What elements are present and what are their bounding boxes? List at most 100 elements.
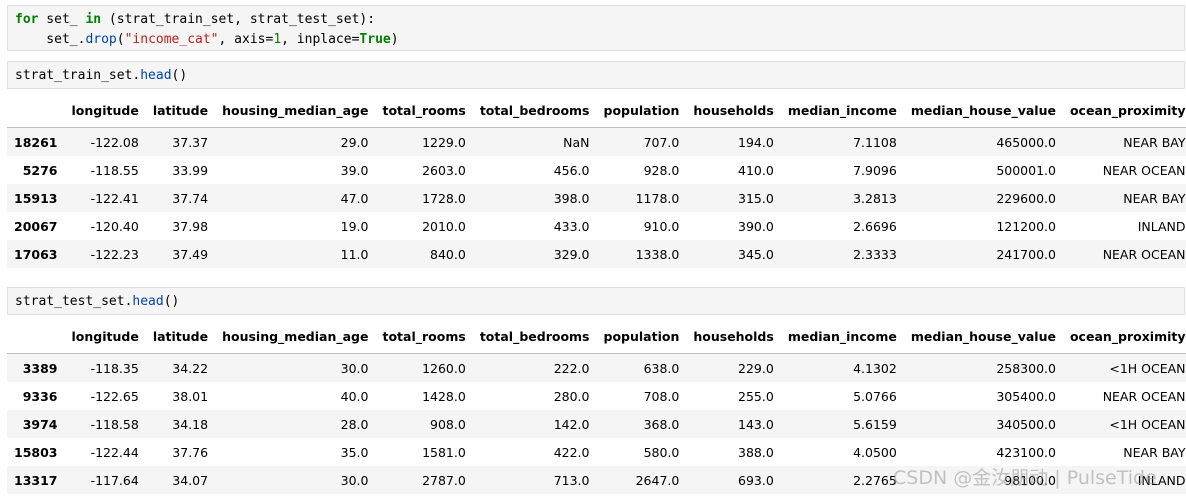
table-row: 15803 -122.44 37.76 35.0 1581.0 422.0 580.0 388… bbox=[7, 438, 1186, 466]
table-cell-housing-median-age: 28.0 bbox=[340, 416, 369, 432]
table-cell-total-rooms: 908.0 bbox=[430, 416, 466, 432]
table-cell-housing-median-age: 35.0 bbox=[340, 444, 369, 460]
table-cell-total-rooms: 2787.0 bbox=[422, 472, 466, 488]
row-index: 3389 bbox=[22, 360, 58, 376]
table-cell-latitude: 33.99 bbox=[172, 162, 209, 178]
table-cell-median-income: 4.1302 bbox=[853, 360, 897, 376]
table-cell-households: 143.0 bbox=[738, 416, 774, 432]
column-header-housing-median-age: housing_median_age bbox=[215, 93, 376, 128]
column-header-total-rooms: total_rooms bbox=[375, 319, 473, 354]
table-cell-median-income: 2.2765 bbox=[853, 472, 897, 488]
column-header-households: households bbox=[686, 319, 781, 354]
table-cell-median-income: 3.2813 bbox=[853, 190, 897, 206]
table-cell-housing-median-age: 47.0 bbox=[340, 190, 369, 206]
table-cell-median-income: 2.6696 bbox=[853, 218, 897, 234]
table-cell-longitude: -118.55 bbox=[90, 162, 139, 178]
table-cell-housing-median-age: 40.0 bbox=[340, 388, 369, 404]
column-header-total-rooms: total_rooms bbox=[375, 93, 473, 128]
column-header-median-house-value: median_house_value bbox=[903, 319, 1063, 354]
table-cell-ocean-proximity: NEAR BAY bbox=[1123, 444, 1186, 460]
table-cell-median-income: 5.6159 bbox=[853, 416, 897, 432]
table-cell-population: 2647.0 bbox=[635, 472, 680, 488]
table-cell-households: 410.0 bbox=[738, 162, 774, 178]
table-cell-population: 928.0 bbox=[643, 162, 680, 178]
table-cell-median-income: 7.9096 bbox=[853, 162, 897, 178]
column-header-longitude: longitude bbox=[64, 319, 146, 354]
table-cell-households: 229.0 bbox=[738, 360, 774, 376]
column-header-households: households bbox=[686, 93, 781, 128]
table-cell-latitude: 37.49 bbox=[172, 246, 209, 262]
table-cell-housing-median-age: 30.0 bbox=[340, 472, 369, 488]
table-cell-median-house-value: 465000.0 bbox=[996, 134, 1056, 150]
table-cell-longitude: -118.35 bbox=[90, 360, 139, 376]
table-cell-total-bedrooms: 142.0 bbox=[553, 416, 590, 432]
table-cell-latitude: 34.07 bbox=[172, 472, 209, 488]
index-header bbox=[7, 93, 65, 128]
table-cell-total-bedrooms: 713.0 bbox=[553, 472, 590, 488]
table-cell-population: 1338.0 bbox=[635, 246, 680, 262]
code-cell-test-head[interactable]: strat_test_set.head() bbox=[7, 287, 1185, 315]
code-cell-drop[interactable]: for set_ in (strat_train_set, strat_test… bbox=[7, 5, 1185, 51]
column-header-ocean-proximity: ocean_proximity bbox=[1062, 319, 1186, 354]
table-cell-households: 388.0 bbox=[738, 444, 774, 460]
code-line-1: for set_ in (strat_train_set, strat_test… bbox=[15, 12, 376, 27]
row-index: 15913 bbox=[14, 190, 58, 206]
table-cell-total-bedrooms: NaN bbox=[563, 134, 590, 150]
column-header-longitude: longitude bbox=[64, 93, 146, 128]
index-header bbox=[7, 319, 65, 354]
table-cell-population: 910.0 bbox=[643, 218, 680, 234]
table-cell-median-house-value: 500001.0 bbox=[996, 162, 1056, 178]
table-cell-population: 580.0 bbox=[643, 444, 680, 460]
column-header-median-house-value: median_house_value bbox=[903, 93, 1063, 128]
table-cell-population: 1178.0 bbox=[635, 190, 680, 206]
table-cell-latitude: 37.76 bbox=[172, 444, 209, 460]
column-header-ocean-proximity: ocean_proximity bbox=[1062, 93, 1186, 128]
table-cell-total-rooms: 1229.0 bbox=[422, 134, 466, 150]
table-cell-population: 707.0 bbox=[643, 134, 680, 150]
table-cell-median-income: 2.3333 bbox=[853, 246, 897, 262]
table-cell-households: 345.0 bbox=[738, 246, 774, 262]
table-cell-total-rooms: 2010.0 bbox=[422, 218, 466, 234]
table-cell-median-house-value: 340500.0 bbox=[996, 416, 1056, 432]
table-cell-housing-median-age: 19.0 bbox=[340, 218, 369, 234]
table-row: 3389 -118.35 34.22 30.0 1260.0 222.0 638.0 229.… bbox=[7, 353, 1186, 382]
table-cell-latitude: 37.74 bbox=[172, 190, 209, 206]
row-index: 17063 bbox=[14, 246, 58, 262]
table-row: 20067 -120.40 37.98 19.0 2010.0 433.0 910.0 390… bbox=[7, 212, 1186, 240]
table-cell-median-house-value: 305400.0 bbox=[996, 388, 1056, 404]
row-index: 15803 bbox=[14, 444, 58, 460]
column-header-median-income: median_income bbox=[780, 319, 904, 354]
table-cell-ocean-proximity: <1H OCEAN bbox=[1109, 360, 1186, 376]
table-cell-longitude: -122.41 bbox=[90, 190, 139, 206]
table-cell-total-rooms: 1260.0 bbox=[422, 360, 466, 376]
column-header-total-bedrooms: total_bedrooms bbox=[472, 319, 597, 354]
row-index: 3974 bbox=[22, 416, 58, 432]
table-cell-median-income: 4.0500 bbox=[853, 444, 897, 460]
table-cell-longitude: -122.65 bbox=[90, 388, 139, 404]
table-cell-median-house-value: 423100.0 bbox=[996, 444, 1056, 460]
table-cell-ocean-proximity: INLAND bbox=[1137, 218, 1186, 234]
column-header-median-income: median_income bbox=[780, 93, 904, 128]
code-cell-train-head[interactable]: strat_train_set.head() bbox=[7, 61, 1185, 89]
table-cell-ocean-proximity: NEAR OCEAN bbox=[1102, 162, 1186, 178]
table-cell-longitude: -122.44 bbox=[90, 444, 139, 460]
table-cell-median-house-value: 121200.0 bbox=[996, 218, 1056, 234]
table-row: 18261 -122.08 37.37 29.0 1229.0 NaN 707.0 194.0… bbox=[7, 127, 1186, 156]
table-cell-total-rooms: 1581.0 bbox=[422, 444, 466, 460]
table-cell-total-rooms: 1728.0 bbox=[422, 190, 466, 206]
table-cell-median-income: 5.0766 bbox=[853, 388, 897, 404]
table-cell-total-bedrooms: 222.0 bbox=[553, 360, 590, 376]
table-cell-latitude: 34.18 bbox=[172, 416, 209, 432]
table-cell-total-bedrooms: 329.0 bbox=[553, 246, 590, 262]
row-index: 20067 bbox=[14, 218, 58, 234]
table-cell-median-income: 7.1108 bbox=[853, 134, 897, 150]
table-cell-total-rooms: 2603.0 bbox=[422, 162, 466, 178]
table-header-row: longitude latitude housing_median_age total… bbox=[7, 93, 1186, 128]
table-cell-ocean-proximity: NEAR OCEAN bbox=[1102, 246, 1186, 262]
row-index: 18261 bbox=[14, 134, 58, 150]
table-cell-ocean-proximity: <1H OCEAN bbox=[1109, 416, 1186, 432]
row-index: 13317 bbox=[14, 472, 58, 488]
table-row: 17063 -122.23 37.49 11.0 840.0 329.0 1338.0 345… bbox=[7, 240, 1186, 268]
column-header-population: population bbox=[596, 93, 687, 128]
watermark: CSDN @金汝朋动 | PulseTide bbox=[893, 467, 1157, 489]
